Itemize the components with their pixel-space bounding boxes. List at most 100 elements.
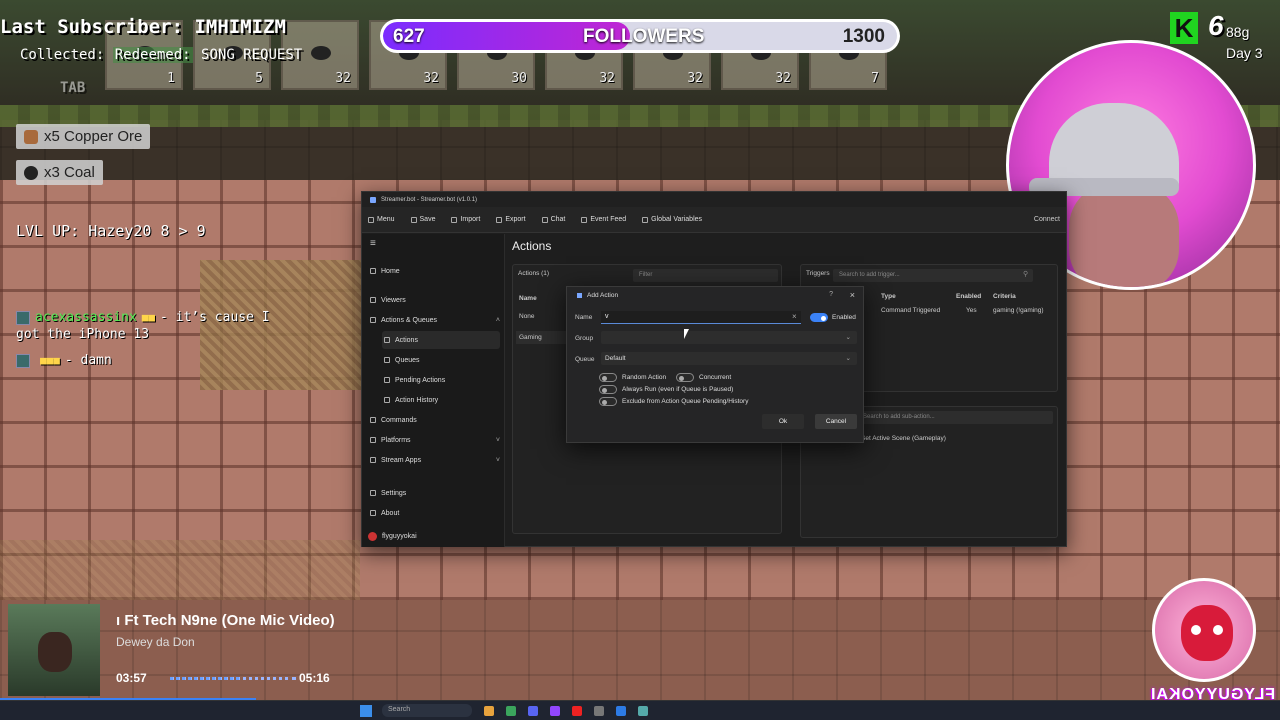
sidebar-item-actions-queues[interactable]: Actions & Queues ˄ — [368, 311, 500, 329]
user-profile[interactable]: flyguyyokai — [368, 532, 500, 541]
window-titlebar[interactable]: Streamer.bot - Streamer.bot (v1.0.1) — [362, 192, 1066, 207]
menu-icon — [368, 216, 374, 223]
col-type: Type — [881, 293, 896, 300]
exclude-history-toggle[interactable] — [599, 397, 617, 406]
taskbar-search[interactable]: Search — [382, 704, 472, 717]
trigger-type[interactable]: Command Triggered — [881, 307, 940, 314]
sidebar-icon — [370, 317, 376, 323]
menu-label: Global Variables — [651, 216, 703, 223]
k-logo-icon: K — [1170, 12, 1198, 44]
close-icon[interactable]: × — [850, 290, 855, 300]
connection-status[interactable]: Connect — [1034, 216, 1060, 223]
trigger-criteria[interactable]: gaming (!gaming) — [993, 307, 1044, 314]
sidebar-icon — [370, 437, 376, 443]
sidebar-label: Commands — [381, 416, 417, 424]
steam-icon[interactable] — [638, 705, 648, 716]
random-action-label: Random Action — [622, 374, 667, 381]
sidebar-label: Action History — [395, 396, 439, 404]
always-run-toggle[interactable] — [599, 385, 617, 394]
twitch-icon[interactable] — [550, 705, 560, 716]
dialog-title: Add Action — [587, 292, 619, 299]
actions-filter-input[interactable]: Filter — [633, 269, 778, 282]
help-icon[interactable]: ? — [829, 291, 833, 298]
concurrent-toggle[interactable] — [676, 373, 694, 382]
trigger-search-input[interactable]: Search to add trigger... — [833, 269, 1033, 282]
followers-current: 627 — [393, 26, 425, 47]
subaction-search-input[interactable]: Search to add sub-action... — [857, 411, 1053, 424]
sidebar-item-platforms[interactable]: Platforms ˅ — [368, 431, 500, 449]
duration: 05:16 — [299, 671, 330, 685]
chat-text: - it’s cause I — [160, 310, 270, 325]
sidebar-item-queues[interactable]: Queues — [382, 351, 500, 369]
slot-count: 30 — [511, 71, 527, 86]
sidebar-label: Viewers — [381, 296, 406, 304]
trigger-enabled[interactable]: Yes — [966, 307, 977, 314]
mouse-cursor-icon — [684, 329, 689, 339]
last-subscriber: Last Subscriber: IMHIMIZM — [0, 16, 286, 38]
discord-icon[interactable] — [528, 705, 538, 716]
sidebar-icon — [384, 337, 390, 343]
sidebar-icon — [370, 510, 376, 516]
enabled-toggle[interactable] — [810, 313, 828, 322]
action-group-row[interactable]: None — [519, 313, 535, 320]
subaction-item[interactable]: Set Active Scene (Gameplay) — [861, 435, 946, 442]
clear-input-icon[interactable]: × — [792, 312, 797, 321]
ok-button[interactable]: Ok — [762, 414, 804, 429]
chat-message-cont: got the iPhone 13 — [16, 327, 149, 342]
sidebar-item-actions[interactable]: Actions — [382, 331, 500, 349]
drop-text: x5 Copper Ore — [44, 128, 143, 145]
chat-badges-icon: ■■■ — [40, 354, 60, 367]
sidebar-item-viewers[interactable]: Viewers — [368, 291, 500, 309]
menu-item-menu[interactable]: Menu — [368, 216, 395, 223]
menu-item-event-feed[interactable]: Event Feed — [581, 216, 626, 223]
sidebar-icon — [370, 268, 376, 274]
youtube-icon[interactable] — [572, 705, 582, 716]
windows-start-icon[interactable] — [360, 704, 372, 717]
concurrent-label: Concurrent — [699, 374, 732, 381]
taskbar: Search — [0, 700, 1280, 720]
name-input[interactable]: v — [601, 311, 801, 324]
sidebar-item-stream-apps[interactable]: Stream Apps ˅ — [368, 451, 500, 469]
collected-label: Collected: — [20, 47, 105, 63]
sidebar-item-action-history[interactable]: Action History — [382, 391, 500, 409]
action-group-row[interactable]: Gaming — [516, 331, 566, 344]
followers-goal-bar: 627 FOLLOWERS 1300 — [380, 19, 900, 53]
chrome-icon[interactable] — [506, 705, 516, 716]
folder-icon[interactable] — [484, 705, 494, 716]
add-action-dialog: Add Action ? × Name v × Enabled Group ⌄ … — [566, 286, 864, 443]
menu-label: Export — [505, 216, 526, 223]
menu-item-export[interactable]: Export — [496, 216, 526, 223]
cancel-button[interactable]: Cancel — [815, 414, 857, 429]
group-select[interactable]: ⌄ — [601, 331, 857, 344]
song-progress-fill — [170, 677, 240, 680]
sidebar-item-pending-actions[interactable]: Pending Actions — [382, 371, 500, 389]
slot-count: 1 — [167, 71, 175, 86]
menu-item-save[interactable]: Save — [410, 216, 435, 223]
followers-goal: 1300 — [842, 26, 885, 47]
sidebar-item-settings[interactable]: Settings — [368, 484, 500, 502]
name-label: Name — [575, 314, 593, 321]
slot-count: 32 — [599, 71, 615, 86]
mascot-logo — [1152, 578, 1256, 682]
enabled-label: Enabled — [832, 314, 856, 321]
obs-icon[interactable] — [594, 705, 604, 716]
queue-select[interactable]: Default ⌄ — [601, 352, 857, 365]
followers-label: FOLLOWERS — [583, 26, 705, 47]
queue-value: Default — [605, 355, 626, 362]
redeemed-value: SONG REQUEST — [201, 47, 303, 63]
col-criteria: Criteria — [993, 293, 1016, 300]
menu-item-chat[interactable]: Chat — [541, 216, 565, 223]
hamburger-icon[interactable]: ≡ — [370, 238, 376, 249]
chat-avatar — [16, 310, 30, 325]
sidebar-item-home[interactable]: Home — [368, 262, 500, 280]
sidebar-item-about[interactable]: About — [368, 504, 500, 522]
level-up-notice: LVL UP: Hazey20 8 > 9 — [16, 222, 206, 240]
slot-count: 32 — [687, 71, 703, 86]
menu-item-import[interactable]: Import — [451, 216, 480, 223]
day-counter: Day 3 — [1226, 45, 1263, 61]
vscode-icon[interactable] — [616, 705, 626, 716]
menu-item-global-variables[interactable]: Global Variables — [642, 216, 702, 223]
dialog-titlebar[interactable]: Add Action — [577, 292, 618, 299]
random-action-toggle[interactable] — [599, 373, 617, 382]
sidebar-item-commands[interactable]: Commands — [368, 411, 500, 429]
